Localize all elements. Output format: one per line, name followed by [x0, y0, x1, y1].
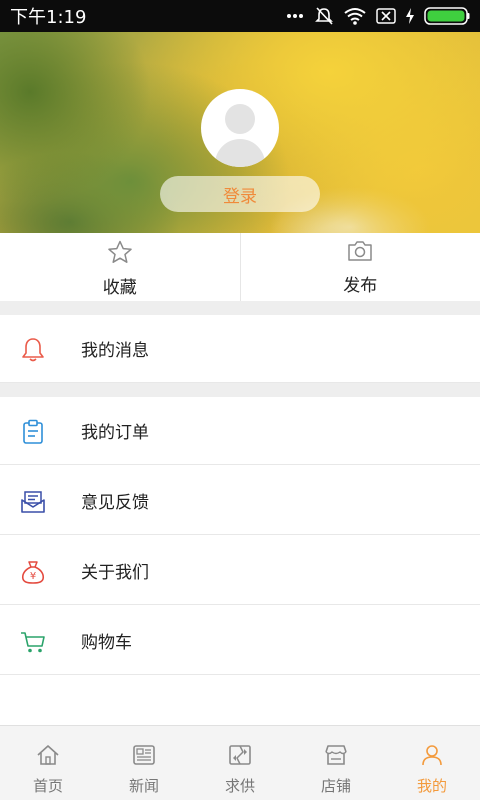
menu-label-messages: 我的消息: [81, 341, 149, 361]
shop-icon: [324, 744, 348, 770]
avatar-body: [215, 139, 265, 167]
nav-item-home[interactable]: 首页: [0, 726, 96, 800]
avatar-head: [225, 104, 255, 134]
news-icon: [132, 744, 156, 770]
charging-icon: [406, 8, 414, 24]
nav-item-mine[interactable]: 我的: [384, 726, 480, 800]
bottom-nav: 首页 新闻 求供 店铺 我的: [0, 725, 480, 800]
nav-item-supply[interactable]: 求供: [192, 726, 288, 800]
section-divider: [0, 383, 480, 397]
menu-item-feedback[interactable]: 意见反馈: [0, 467, 480, 535]
camera-icon: [347, 240, 373, 266]
status-time: 下午1:19: [10, 7, 87, 28]
menu-label-orders: 我的订单: [81, 423, 149, 443]
more-dots-icon: [286, 13, 304, 19]
avatar[interactable]: [201, 89, 279, 167]
star-icon: [107, 240, 133, 268]
favorites-button[interactable]: 收藏: [0, 233, 240, 301]
nav-item-news[interactable]: 新闻: [96, 726, 192, 800]
menu-item-cart[interactable]: 购物车: [0, 607, 480, 675]
menu-label-about: 关于我们: [81, 563, 149, 583]
quick-actions: 收藏 发布: [0, 233, 480, 301]
nav-item-shop[interactable]: 店铺: [288, 726, 384, 800]
favorites-label: 收藏: [102, 278, 137, 298]
profile-header: 登录: [0, 32, 480, 233]
nav-label-mine: 我的: [416, 777, 447, 795]
menu-item-orders[interactable]: 我的订单: [0, 397, 480, 465]
login-button[interactable]: 登录: [160, 176, 320, 212]
publish-label: 发布: [343, 276, 378, 296]
menu-item-messages[interactable]: 我的消息: [0, 315, 480, 383]
clipboard-icon: [20, 419, 46, 445]
nav-label-shop: 店铺: [320, 777, 351, 795]
supply-icon: [228, 744, 252, 770]
sim-off-icon: [376, 8, 396, 24]
menu-label-cart: 购物车: [81, 633, 132, 653]
nav-label-supply: 求供: [224, 777, 255, 795]
status-icons: [286, 6, 470, 26]
status-bar: 下午1:19: [0, 0, 480, 32]
wifi-icon: [344, 7, 366, 25]
home-icon: [36, 744, 60, 770]
menu-label-feedback: 意见反馈: [81, 493, 149, 513]
cart-icon: [20, 629, 46, 655]
nav-label-news: 新闻: [128, 777, 159, 795]
money-bag-icon: ¥: [20, 559, 46, 585]
menu-item-about[interactable]: ¥ 关于我们: [0, 537, 480, 605]
mail-icon: [20, 489, 46, 515]
battery-icon: [424, 7, 470, 25]
user-icon: [420, 744, 444, 770]
svg-text:¥: ¥: [30, 571, 36, 582]
section-divider: [0, 301, 480, 315]
nav-label-home: 首页: [32, 777, 63, 795]
publish-button[interactable]: 发布: [239, 233, 480, 301]
bell-icon: [20, 337, 46, 363]
mute-icon: [314, 6, 334, 26]
